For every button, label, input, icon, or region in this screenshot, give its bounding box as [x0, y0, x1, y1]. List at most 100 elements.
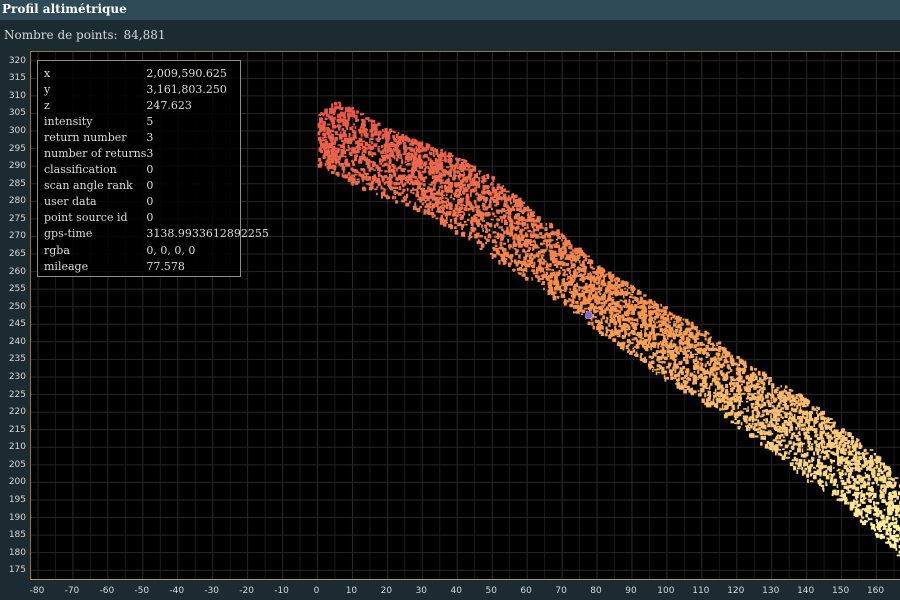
profile-point: [789, 462, 794, 464]
profile-point: [436, 210, 439, 213]
profile-point: [386, 153, 388, 158]
profile-point: [524, 262, 528, 267]
x-axis: -80 -70 -60 -50 -40 -30 -20 -10 0 10 20 30 40 50 60 70 8…: [30, 579, 900, 600]
profile-point: [523, 244, 527, 247]
profile-point: [393, 140, 398, 142]
profile-point: [485, 230, 488, 233]
profile-point: [532, 272, 537, 275]
profile-point: [573, 289, 578, 293]
profile-point: [878, 530, 882, 532]
profile-point: [342, 106, 344, 111]
profile-point: [837, 457, 842, 462]
profile-point: [704, 363, 707, 368]
profile-point: [725, 383, 729, 389]
profile-point: [776, 404, 781, 408]
profile-point: [355, 118, 358, 122]
profile-point: [514, 233, 518, 236]
profile-point: [423, 168, 427, 173]
profile-point: [526, 223, 529, 228]
profile-point: [515, 263, 519, 267]
profile-point: [430, 211, 435, 216]
profile-point: [889, 522, 894, 526]
profile-point: [751, 422, 754, 426]
profile-point: [431, 146, 434, 151]
profile-point: [383, 182, 386, 186]
profile-point: [634, 323, 638, 326]
profile-point: [802, 470, 806, 475]
profile-point: [330, 144, 333, 147]
profile-point: [776, 429, 780, 433]
profile-point: [594, 319, 599, 323]
profile-point: [670, 316, 673, 321]
profile-point: [341, 149, 345, 152]
profile-point: [879, 469, 883, 472]
profile-point: [594, 316, 597, 318]
profile-point: [565, 302, 568, 305]
profile-point: [861, 476, 865, 481]
profile-point: [859, 519, 863, 523]
profile-point: [659, 358, 663, 361]
profile-point: [425, 148, 428, 152]
profile-point: [411, 154, 414, 156]
profile-point: [868, 484, 870, 486]
profile-point: [840, 489, 843, 494]
profile-point: [562, 269, 566, 272]
profile-point: [541, 226, 544, 229]
profile-point: [435, 171, 439, 174]
profile-point: [577, 301, 579, 305]
profile-point: [576, 310, 580, 314]
profile-point: [395, 138, 398, 141]
profile-point: [865, 452, 869, 455]
profile-point: [356, 110, 359, 114]
profile-point: [473, 199, 477, 204]
y-tick-label: 205: [8, 459, 26, 470]
profile-point: [746, 426, 749, 430]
profile-point: [602, 305, 605, 307]
profile-point: [813, 429, 818, 434]
profile-point: [829, 479, 833, 484]
profile-point: [655, 311, 658, 316]
profile-point: [655, 315, 659, 319]
x-tick-label: 10: [345, 586, 358, 596]
profile-point: [458, 193, 461, 196]
profile-point: [784, 444, 789, 449]
profile-point: [519, 202, 523, 206]
profile-point: [896, 534, 900, 538]
profile-point: [518, 254, 521, 259]
profile-point: [397, 192, 402, 196]
profile-point: [525, 270, 528, 273]
profile-point: [557, 261, 562, 266]
profile-point: [809, 418, 814, 422]
profile-point: [568, 297, 571, 301]
profile-point: [457, 159, 461, 162]
profile-point: [538, 258, 541, 261]
profile-point: [668, 362, 672, 365]
profile-point: [331, 103, 334, 108]
profile-point: [864, 472, 866, 475]
profile-point: [349, 175, 352, 180]
profile-point: [384, 162, 388, 165]
profile-point: [365, 159, 369, 163]
profile-point: [475, 182, 478, 186]
profile-point: [361, 140, 366, 143]
profile-point: [665, 323, 670, 327]
profile-point: [776, 412, 781, 417]
profile-point: [722, 388, 725, 392]
profile-point: [389, 130, 393, 133]
x-tick-label: -80: [29, 586, 45, 596]
profile-point: [673, 323, 677, 327]
profile-point: [737, 368, 741, 373]
profile-point: [865, 475, 867, 479]
profile-point: [791, 399, 795, 402]
profile-point: [493, 215, 497, 218]
profile-point: [745, 420, 748, 424]
profile-point: [683, 380, 686, 385]
profile-point: [809, 480, 814, 483]
profile-point: [564, 273, 569, 276]
profile-point: [859, 442, 861, 445]
profile-point: [693, 374, 697, 379]
profile-point: [621, 326, 625, 331]
profile-point: [888, 538, 890, 542]
profile-point: [435, 197, 439, 199]
profile-point: [442, 218, 444, 223]
